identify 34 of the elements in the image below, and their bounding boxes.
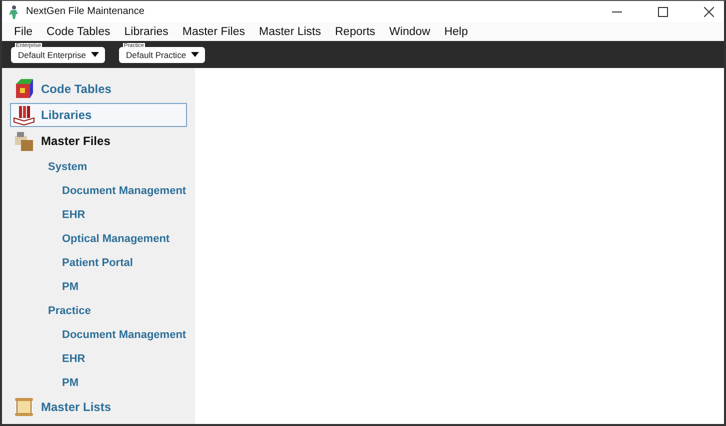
nav-item[interactable]: Master Files xyxy=(10,129,187,153)
folder-icon xyxy=(13,130,35,152)
nav-item[interactable]: Libraries xyxy=(10,103,187,127)
dropdown-value: Default Practice xyxy=(126,50,186,60)
scroll-icon xyxy=(13,396,35,418)
window-title: NextGen File Maintenance xyxy=(26,6,144,17)
menu-item[interactable]: Help xyxy=(436,26,474,38)
menu-item[interactable]: Reports xyxy=(327,26,382,38)
books-icon xyxy=(13,104,35,126)
menu-item[interactable]: File xyxy=(6,26,39,38)
nav-item[interactable]: Master Lists xyxy=(10,395,187,419)
nav-item[interactable]: Practice xyxy=(2,299,195,323)
caret-icon xyxy=(191,52,200,57)
caret-icon xyxy=(91,52,100,57)
menu-item[interactable]: Master Files xyxy=(174,26,251,38)
dropdown-value: Default Enterprise xyxy=(18,50,86,60)
menu-item[interactable]: Libraries xyxy=(116,26,174,38)
nav-item[interactable]: System xyxy=(2,155,195,179)
nav-item[interactable]: Document Management xyxy=(2,179,195,203)
nav-item[interactable]: Patient Portal xyxy=(2,251,195,275)
menu-item[interactable]: Master Lists xyxy=(251,26,327,38)
nav-item[interactable]: PM xyxy=(2,371,195,395)
close-button[interactable] xyxy=(704,6,714,16)
menu-item[interactable]: Window xyxy=(381,26,436,38)
nav-item[interactable]: EHR xyxy=(2,347,195,371)
nav-item[interactable]: EHR xyxy=(2,203,195,227)
cube-icon xyxy=(13,78,35,100)
menu-item[interactable]: Code Tables xyxy=(38,26,116,38)
nav-item[interactable]: PM xyxy=(2,275,195,299)
maximize-button[interactable] xyxy=(658,6,668,16)
nav-item[interactable]: Code Tables xyxy=(10,77,187,101)
person-icon xyxy=(8,4,20,18)
nav-item[interactable]: Optical Management xyxy=(2,227,195,251)
nav-item[interactable]: Document Management xyxy=(2,323,195,347)
